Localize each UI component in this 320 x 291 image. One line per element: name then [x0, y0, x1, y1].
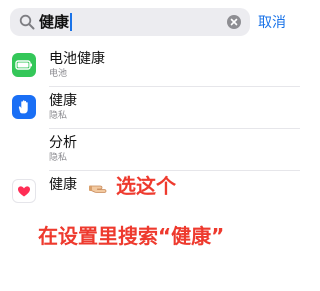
divider: [49, 86, 300, 87]
result-subtitle: 隐私: [49, 153, 68, 163]
pointing-hand-icon: [89, 185, 107, 193]
annotation-instruction: 在设置里搜索“健康”: [38, 224, 225, 248]
divider: [49, 170, 300, 171]
result-title: 电池健康: [49, 51, 105, 67]
battery-icon: [12, 53, 36, 77]
hand-icon: [12, 95, 36, 119]
search-bar[interactable]: 健康: [10, 8, 250, 36]
search-icon: [19, 14, 35, 30]
search-input[interactable]: 健康: [39, 12, 69, 32]
result-battery-health[interactable]: 电池健康 电池: [0, 48, 300, 86]
text-caret: [70, 13, 72, 31]
result-analytics-privacy[interactable]: 分析 隐私: [0, 132, 300, 170]
divider: [49, 128, 300, 129]
result-subtitle: 电池: [49, 69, 68, 79]
heart-icon: [12, 179, 36, 203]
result-title: 健康: [49, 93, 77, 109]
clear-icon[interactable]: [227, 15, 241, 29]
annotation-pick-this: 选这个: [116, 174, 176, 198]
result-subtitle: 隐私: [49, 111, 68, 121]
result-title: 分析: [49, 135, 77, 151]
cancel-button[interactable]: 取消: [258, 12, 286, 32]
result-title: 健康: [49, 177, 77, 193]
result-health-privacy[interactable]: 健康 隐私: [0, 90, 300, 128]
